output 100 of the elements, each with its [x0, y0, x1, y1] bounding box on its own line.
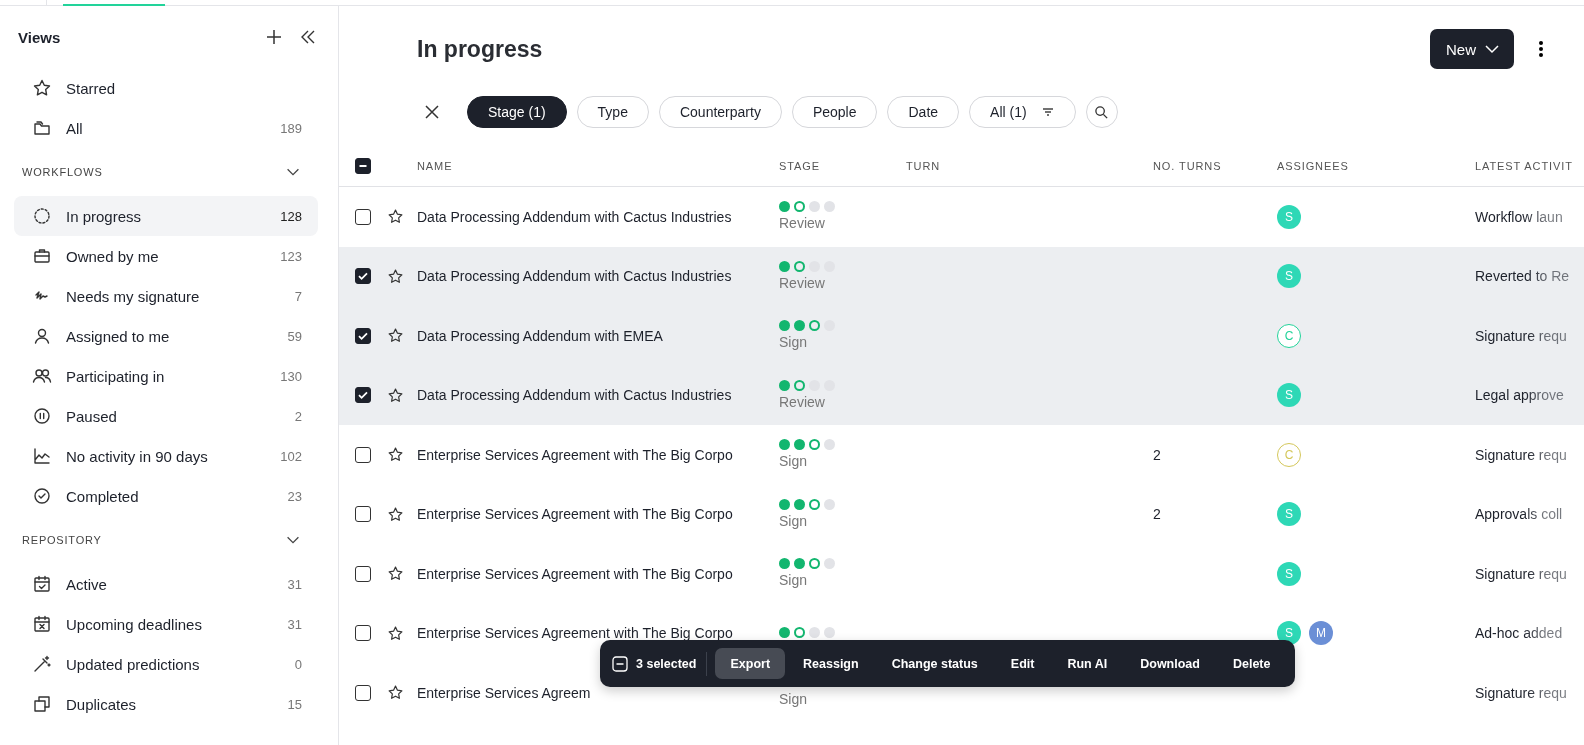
- sidebar-item[interactable]: All 189: [14, 108, 318, 148]
- row-checkbox[interactable]: [355, 327, 371, 344]
- row-checkbox[interactable]: [355, 625, 371, 642]
- avatar: C: [1277, 442, 1301, 467]
- column-header[interactable]: ASSIGNEES: [1277, 160, 1349, 172]
- avatar: S: [1277, 383, 1301, 408]
- table-row[interactable]: Enterprise Services Agreement with The Big Corpo Sign S Signature requ: [339, 544, 1584, 604]
- check-icon: [357, 389, 369, 402]
- action-button[interactable]: Export: [715, 648, 786, 679]
- action-button[interactable]: Delete: [1217, 648, 1286, 679]
- table-cell: Data Processing Addendum with Cactus Industries: [417, 268, 732, 285]
- filter-chip[interactable]: Counterparty: [658, 96, 782, 128]
- table-cell: Reverted to Re: [1475, 268, 1570, 285]
- sidebar-item[interactable]: Participating in 130: [14, 356, 318, 396]
- sidebar-item[interactable]: In progress 128: [14, 196, 318, 236]
- action-button[interactable]: Reassign: [788, 648, 874, 679]
- star-icon[interactable]: [387, 505, 404, 523]
- check-circle-icon: [32, 486, 52, 506]
- table-row[interactable]: Data Processing Addendum with EMEA Sign C Signature requ: [339, 306, 1584, 366]
- sidebar-item[interactable]: Completed 23: [14, 476, 318, 516]
- stage-label: Sign: [779, 511, 808, 530]
- action-button[interactable]: Run AI: [1052, 648, 1123, 679]
- check-icon: [357, 270, 369, 283]
- sidebar-item[interactable]: Upcoming deadlines 31: [14, 604, 318, 644]
- table-row[interactable]: Enterprise Services Agreement with The Big Corpo Sign 2 S Approvals coll: [339, 484, 1584, 544]
- table-row[interactable]: Data Processing Addendum with Cactus Industries Review S Workflow laun: [339, 187, 1584, 247]
- column-header[interactable]: STAGE: [779, 160, 820, 172]
- row-checkbox[interactable]: [355, 208, 371, 225]
- sidebar-item[interactable]: Needs my signature 7: [14, 276, 318, 316]
- row-checkbox[interactable]: [355, 268, 371, 285]
- row-checkbox[interactable]: [355, 506, 371, 523]
- copy-icon: [32, 694, 52, 714]
- star-icon[interactable]: [387, 267, 404, 285]
- star-icon[interactable]: [387, 684, 404, 702]
- stage-label: Sign: [779, 690, 808, 709]
- stage-label: Sign: [779, 333, 808, 352]
- briefcase-icon: [32, 246, 52, 266]
- avatar: S: [1277, 264, 1301, 289]
- table-cell: Enterprise Services Agreement with The Big Corpo: [417, 565, 733, 582]
- star-icon[interactable]: [387, 386, 404, 404]
- action-button[interactable]: Change status: [876, 648, 993, 679]
- filter-chip[interactable]: All (1): [969, 96, 1076, 128]
- table-cell: Approvals coll: [1475, 506, 1563, 523]
- star-icon[interactable]: [387, 446, 404, 464]
- table-cell: Data Processing Addendum with Cactus Industries: [417, 387, 732, 404]
- sidebar-item[interactable]: Paused 2: [14, 396, 318, 436]
- sidebar-item[interactable]: Duplicates 15: [14, 684, 318, 724]
- table-row[interactable]: Data Processing Addendum with Cactus Industries Review S Legal approve: [339, 365, 1584, 425]
- filter-icon: [1040, 105, 1055, 119]
- table-cell: Signature requ: [1475, 565, 1567, 582]
- new-button[interactable]: New: [1430, 29, 1514, 69]
- table-cell: Signature requ: [1475, 446, 1567, 463]
- column-header[interactable]: LATEST ACTIVIT: [1475, 160, 1573, 172]
- selection-count: 3 selected: [636, 656, 697, 671]
- row-checkbox[interactable]: [355, 565, 371, 582]
- filter-chip[interactable]: Type: [576, 96, 649, 128]
- stage-label: Review: [779, 273, 825, 292]
- column-header[interactable]: NO. TURNS: [1153, 160, 1222, 172]
- filter-chip[interactable]: Date: [887, 96, 960, 128]
- avatar: S: [1277, 621, 1301, 646]
- more-icon[interactable]: [1538, 39, 1544, 59]
- star-icon[interactable]: [387, 208, 404, 226]
- star-icon[interactable]: [387, 565, 404, 583]
- row-checkbox[interactable]: [355, 387, 371, 404]
- plus-icon[interactable]: [264, 27, 284, 47]
- filter-chip[interactable]: Stage (1): [467, 96, 567, 128]
- sidebar-item[interactable]: Starred: [14, 68, 318, 108]
- sidebar-item[interactable]: Owned by me 123: [14, 236, 318, 276]
- action-button[interactable]: Edit: [995, 648, 1050, 679]
- calendar-check-icon: [32, 574, 52, 594]
- row-checkbox[interactable]: [355, 684, 371, 701]
- table-cell: Enterprise Services Agreement with The Big Corpo: [417, 506, 733, 523]
- table-cell: 2: [1153, 446, 1161, 463]
- table-cell: Signature requ: [1475, 327, 1567, 344]
- table-cell: 2: [1153, 506, 1161, 523]
- table-cell: Enterprise Services Agreem: [417, 684, 591, 701]
- avatar: C: [1277, 323, 1301, 348]
- chart-icon: [32, 446, 52, 466]
- sidebar-item[interactable]: Assigned to me 59: [14, 316, 318, 356]
- close-icon[interactable]: [423, 103, 441, 121]
- table-row[interactable]: Data Processing Addendum with Cactus Industries Review S Reverted to Re: [339, 246, 1584, 306]
- table-cell: Enterprise Services Agreement with The Big Corpo: [417, 625, 733, 642]
- avatar: S: [1277, 502, 1301, 527]
- select-all-checkbox[interactable]: [355, 158, 371, 174]
- avatar: S: [1277, 561, 1301, 586]
- star-icon[interactable]: [387, 327, 404, 345]
- star-icon[interactable]: [387, 624, 404, 642]
- sidebar-item[interactable]: No activity in 90 days 102: [14, 436, 318, 476]
- column-header[interactable]: NAME: [417, 160, 453, 172]
- pause-icon: [32, 406, 52, 426]
- table-row[interactable]: Enterprise Services Agreement with The Big Corpo Sign 2 C Signature requ: [339, 425, 1584, 485]
- stage-label: Sign: [779, 571, 808, 590]
- sidebar-item[interactable]: Active 31: [14, 564, 318, 604]
- deselect-icon[interactable]: [612, 655, 628, 672]
- column-header[interactable]: TURN: [906, 160, 941, 172]
- filter-chip[interactable]: People: [791, 96, 878, 128]
- action-button[interactable]: Download: [1125, 648, 1215, 679]
- row-checkbox[interactable]: [355, 446, 371, 463]
- sidebar-item[interactable]: Updated predictions 0: [14, 644, 318, 684]
- table-cell: Data Processing Addendum with EMEA: [417, 327, 663, 344]
